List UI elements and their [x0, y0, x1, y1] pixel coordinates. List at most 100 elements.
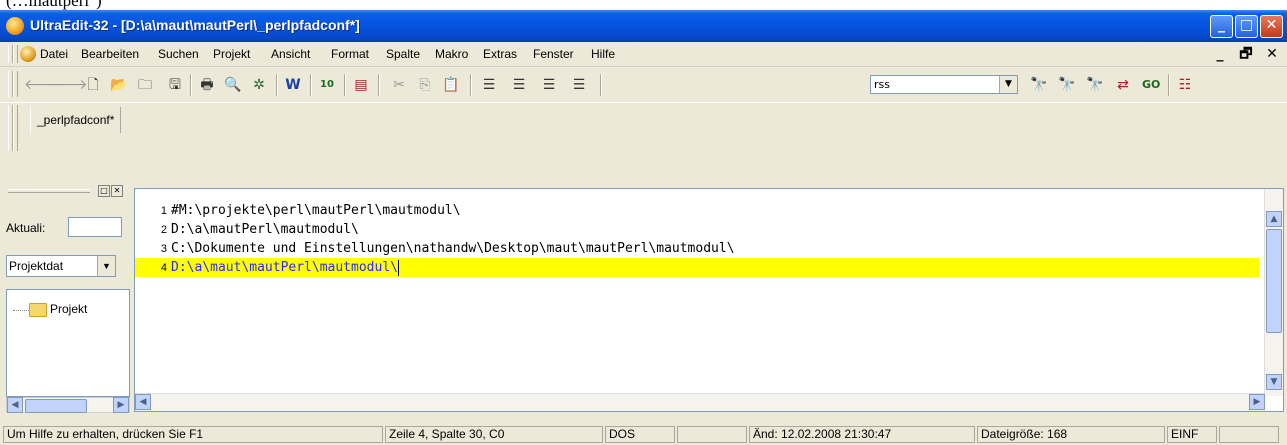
- scroll-down-icon[interactable]: ▼: [1266, 374, 1282, 390]
- sidebar-hscrollbar[interactable]: ◀ ▶: [6, 397, 130, 413]
- chevron-down-icon[interactable]: ▼: [97, 256, 115, 276]
- scroll-right-icon[interactable]: ▶: [113, 397, 129, 413]
- menu-datei[interactable]: Datei: [40, 47, 68, 61]
- tabbar-grip-2[interactable]: [13, 105, 18, 151]
- workspace-gap: [0, 155, 1287, 185]
- justify-icon[interactable]: ☰: [570, 76, 588, 94]
- title-bar[interactable]: UltraEdit-32 - [D:\a\maut\mautPerl\_perl…: [0, 10, 1287, 42]
- chevron-down-icon[interactable]: ▼: [999, 76, 1017, 93]
- search-combo[interactable]: rss ▼: [870, 75, 1018, 94]
- menu-suchen[interactable]: Suchen: [158, 47, 199, 61]
- print-preview-icon[interactable]: 🔍: [224, 76, 242, 94]
- status-empty: [677, 426, 747, 443]
- menu-grip-2[interactable]: [13, 45, 18, 63]
- editor-line[interactable]: 2 D:\a\mautPerl\mautmodul\: [135, 220, 1259, 239]
- menu-bearbeiten[interactable]: Bearbeiten: [81, 47, 139, 61]
- toolbar-grip-2[interactable]: [13, 71, 18, 97]
- column-mode-icon[interactable]: ▤: [352, 76, 370, 94]
- toolbar-separator: [190, 74, 192, 96]
- scroll-thumb[interactable]: [25, 399, 87, 413]
- mdi-close-button[interactable]: ✕: [1263, 45, 1281, 63]
- close-button[interactable]: ✕: [1260, 15, 1283, 38]
- status-format: DOS: [605, 426, 675, 443]
- ultraedit-window: UltraEdit-32 - [D:\a\maut\mautPerl\_perl…: [0, 10, 1287, 445]
- menu-makro[interactable]: Makro: [435, 47, 468, 61]
- document-icon[interactable]: [20, 46, 36, 62]
- text-caret: [397, 259, 399, 276]
- list-icon[interactable]: ☷: [1176, 76, 1194, 94]
- status-bar: Um Hilfe zu erhalten, drücken Sie F1 Zei…: [0, 424, 1287, 445]
- goto-icon[interactable]: GO: [1142, 76, 1160, 94]
- menu-spalte[interactable]: Spalte: [386, 47, 420, 61]
- find-prev-icon[interactable]: 🔭: [1086, 76, 1104, 94]
- tab-bar: _perlpfadconf*: [0, 102, 1287, 156]
- status-help: Um Hilfe zu erhalten, drücken Sie F1: [3, 426, 383, 443]
- line-text: C:\Dokumente und Einstellungen\nathandw\…: [171, 241, 735, 256]
- toolbar-separator: [310, 74, 312, 96]
- menu-fenster[interactable]: Fenster: [533, 47, 574, 61]
- status-empty-2: [1219, 426, 1279, 443]
- line-number: 4: [160, 262, 167, 274]
- scroll-up-icon[interactable]: ▲: [1266, 211, 1282, 227]
- tree-item-label: Projekt: [50, 302, 88, 316]
- align-left-icon[interactable]: ☰: [480, 76, 498, 94]
- spell-check-icon[interactable]: ✲: [250, 76, 268, 94]
- copy-icon[interactable]: ⎘: [416, 76, 434, 94]
- project-combo[interactable]: Projektdat ▼: [6, 255, 116, 277]
- new-file-icon[interactable]: 🗋: [84, 76, 102, 94]
- menu-hilfe[interactable]: Hilfe: [591, 47, 615, 61]
- menu-format[interactable]: Format: [331, 47, 369, 61]
- editor-vscrollbar[interactable]: ▲ ▼: [1264, 189, 1283, 396]
- minimize-button[interactable]: _: [1210, 15, 1233, 38]
- status-modified: Änd: 12.02.2008 21:30:47: [749, 426, 975, 443]
- main-toolbar: 🡐 🡒 🗋 📂 🗀 🖫 🖶 🔍 ✲ W 10 ▤ ✂ ⎘ 📋 ☰ ☰ ☰ ☰ r…: [0, 68, 1287, 100]
- menu-ansicht[interactable]: Ansicht: [271, 47, 310, 61]
- app-icon[interactable]: [6, 17, 24, 35]
- close-file-icon[interactable]: 🗀: [136, 76, 154, 94]
- mdi-minimize-button[interactable]: _: [1211, 45, 1229, 63]
- editor-line[interactable]: 1 #M:\projekte\perl\mautPerl\mautmodul\: [135, 201, 1259, 220]
- cut-icon[interactable]: ✂: [390, 76, 408, 94]
- sidebar-header: □ ✕: [6, 185, 130, 199]
- paste-icon[interactable]: 📋: [442, 76, 460, 94]
- print-icon[interactable]: 🖶: [198, 76, 216, 94]
- sidebar-grip[interactable]: [8, 189, 90, 193]
- save-icon[interactable]: 🖫: [166, 76, 184, 94]
- find-next-icon[interactable]: 🔭: [1058, 76, 1076, 94]
- align-right-icon[interactable]: ☰: [540, 76, 558, 94]
- toolbar-separator: [600, 74, 602, 96]
- mdi-restore-button[interactable]: 🗗: [1237, 45, 1255, 63]
- line-text: D:\a\mautPerl\mautmodul\: [171, 222, 359, 237]
- open-folder-icon[interactable]: 📂: [110, 76, 128, 94]
- window-title: UltraEdit-32 - [D:\a\maut\mautPerl\_perl…: [30, 17, 360, 33]
- line-number: 2: [160, 224, 167, 236]
- scroll-thumb[interactable]: [1266, 229, 1282, 333]
- editor-hscrollbar[interactable]: ◀ ▶: [135, 393, 1265, 411]
- hex-mode-icon[interactable]: 10: [318, 76, 336, 94]
- editor-line[interactable]: 3 C:\Dokumente und Einstellungen\nathandw…: [135, 239, 1259, 258]
- scroll-right-icon[interactable]: ▶: [1249, 394, 1265, 410]
- line-text: #M:\projekte\perl\mautPerl\mautmodul\: [171, 203, 461, 218]
- project-tree[interactable]: Projekt: [6, 289, 130, 397]
- menu-extras[interactable]: Extras: [483, 47, 517, 61]
- find-icon[interactable]: 🔭: [1030, 76, 1048, 94]
- forward-icon[interactable]: 🡒: [50, 76, 88, 94]
- maximize-button[interactable]: □: [1235, 15, 1258, 38]
- editor-pane[interactable]: 1 #M:\projekte\perl\mautPerl\mautmodul\ 2…: [134, 188, 1284, 412]
- editor-line-active[interactable]: 4 D:\a\maut\mautPerl\mautmodul\: [135, 258, 1259, 277]
- toolbar-separator: [276, 74, 278, 96]
- sidebar-close-icon[interactable]: ✕: [111, 185, 123, 197]
- tab-perlpfadconf[interactable]: _perlpfadconf*: [30, 107, 122, 133]
- project-sidebar: □ ✕ Aktuali: Projektdat ▼ Projekt ◀ ▶: [6, 185, 130, 413]
- scroll-left-icon[interactable]: ◀: [135, 394, 151, 410]
- menu-projekt[interactable]: Projekt: [213, 47, 250, 61]
- word-wrap-icon[interactable]: W: [284, 76, 302, 94]
- aktual-input[interactable]: [68, 217, 122, 237]
- replace-icon[interactable]: ⇄: [1114, 76, 1132, 94]
- align-center-icon[interactable]: ☰: [510, 76, 528, 94]
- scroll-left-icon[interactable]: ◀: [7, 397, 23, 413]
- back-icon[interactable]: 🡐: [24, 76, 62, 94]
- tree-item-projekt[interactable]: Projekt: [13, 302, 87, 317]
- sidebar-restore-icon[interactable]: □: [98, 185, 110, 197]
- toolbar-separator: [470, 74, 472, 96]
